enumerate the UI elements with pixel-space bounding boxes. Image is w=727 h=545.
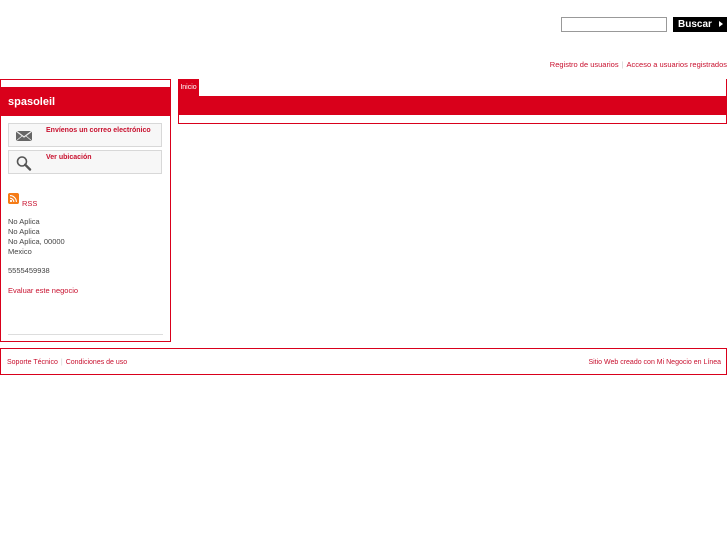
view-location-button[interactable]: Ver ubicación — [8, 150, 162, 174]
rate-business-link[interactable]: Evaluar este negocio — [8, 286, 78, 295]
credits-link[interactable]: Sitio Web creado con Mi Negocio en Línea — [588, 359, 721, 366]
login-link[interactable]: Acceso a usuarios registrados — [627, 60, 727, 69]
email-us-button[interactable]: Envíenos un correo electrónico — [8, 123, 162, 147]
footer: Soporte Técnico | Condiciones de uso Sitio… — [0, 348, 727, 375]
search-input[interactable] — [561, 17, 667, 32]
footer-links: Soporte Técnico | Condiciones de uso — [7, 359, 127, 366]
tab-bar — [178, 96, 727, 115]
business-name: spasoleil — [8, 96, 56, 108]
address-line: Mexico — [8, 247, 32, 256]
rss-icon — [8, 193, 19, 204]
sidebar: spasoleil Envíenos un correo electrónico… — [0, 79, 171, 342]
register-link[interactable]: Registro de usuarios — [550, 60, 619, 69]
address-line: No Aplica — [8, 227, 40, 236]
arrow-right-icon — [719, 21, 723, 27]
magnifier-icon — [16, 156, 32, 171]
search-button[interactable]: Buscar — [673, 17, 727, 32]
user-links: Registro de usuarios | Acceso a usuarios r… — [550, 60, 727, 70]
divider — [8, 334, 163, 335]
sidebar-header: spasoleil — [1, 87, 170, 116]
tab-inicio[interactable]: Inicio — [178, 79, 199, 98]
separator: | — [60, 359, 63, 366]
search-button-label: Buscar — [678, 19, 712, 30]
support-link[interactable]: Soporte Técnico — [7, 359, 58, 366]
envelope-icon — [15, 130, 33, 142]
address-line: No Aplica, 00000 — [8, 237, 65, 246]
terms-link[interactable]: Condiciones de uso — [66, 359, 128, 366]
email-us-label: Envíenos un correo electrónico — [46, 127, 151, 134]
rss-label: RSS — [22, 199, 38, 208]
view-location-label: Ver ubicación — [46, 154, 92, 161]
separator: | — [621, 60, 624, 69]
address-line: No Aplica — [8, 217, 40, 226]
phone-number: 5555459938 — [8, 266, 50, 275]
